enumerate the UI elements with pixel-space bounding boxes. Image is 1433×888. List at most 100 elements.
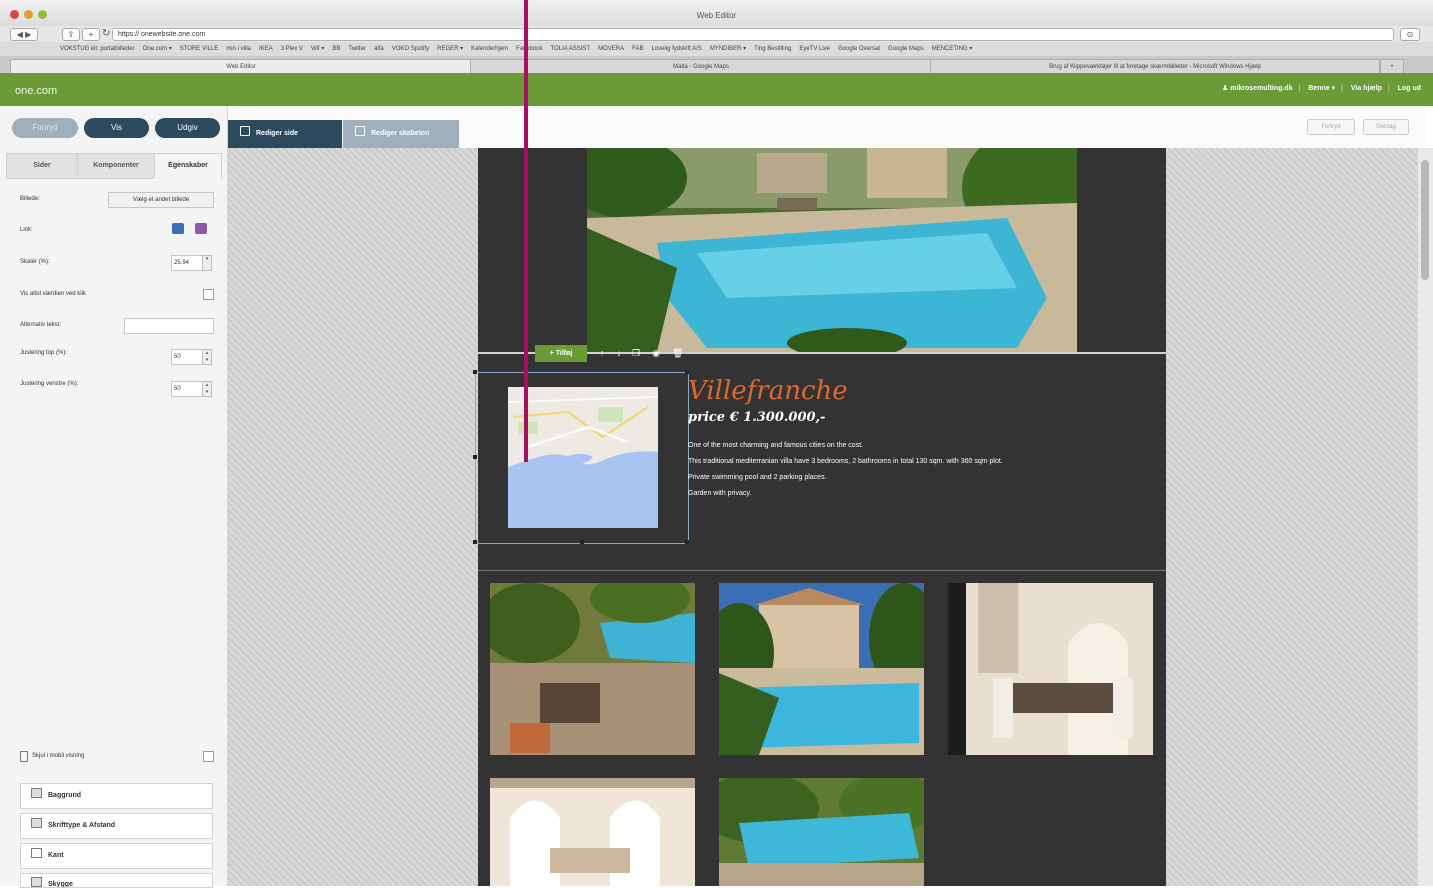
remove-link-icon[interactable] [195,223,207,234]
tab-edit-page[interactable]: Rediger side [228,120,342,148]
align-top-label: Justering top (%): [20,350,68,356]
scrollbar-thumb[interactable] [1421,160,1429,280]
bookmark-item[interactable]: BB [332,46,340,52]
bookmark-item[interactable]: alfa [374,46,384,52]
bookmark-item[interactable]: REGER ▾ [437,46,463,52]
section-label: Skrifttype & Afstand [48,822,116,829]
browser-tab[interactable]: Malta - Google Maps [470,59,932,74]
tab-pages[interactable]: Sider [6,153,78,179]
logout-link[interactable]: Log ud [1398,85,1421,92]
bookmark-item[interactable]: IKEA [259,46,273,52]
tab-properties[interactable]: Egenskaber [154,153,222,179]
section-background[interactable]: Baggrund [20,783,213,809]
bookmark-item[interactable]: VOKSTUG kit: portalbilleder [60,46,135,52]
copy-icon[interactable]: ❐ [631,347,641,359]
gallery-image-pool-garden[interactable] [719,778,924,886]
choose-image-button[interactable]: Vælg et andet billede [108,192,214,208]
resize-handle[interactable] [580,540,584,544]
bookmark-item[interactable]: One.com ▾ [143,46,172,52]
background-icon [31,788,42,798]
browser-tabs: Web Editor Malta - Google Maps Brug af K… [0,56,1433,74]
show-on-click-label: Vis altid værdien ved klik [20,291,86,297]
align-left-input[interactable]: 50 [171,381,203,397]
section-font-spacing[interactable]: Skrifttype & Afstand [20,813,213,839]
address-bar[interactable]: https:// onewebsite.one.com [112,28,1394,41]
canvas-undo-button[interactable]: Fortryd [1307,119,1355,135]
comment-icon[interactable]: ◉ [651,347,661,359]
description-line[interactable]: One of the most charming and famous citi… [688,442,863,449]
add-label: Tilføj [555,350,573,357]
move-down-icon[interactable]: ↓ [614,347,624,359]
hide-on-mobile-checkbox[interactable] [203,751,214,762]
gallery-image-dining[interactable] [948,583,1153,755]
bookmark-item[interactable]: Twitter [348,46,366,52]
section-label: Kant [48,852,64,859]
account-link[interactable]: mikrosemulting.dk [1230,85,1292,92]
delete-icon[interactable]: 🗑 [672,347,683,359]
canvas-redo-button[interactable]: Gentag [1363,119,1409,135]
browser-tab[interactable]: Web Editor [10,59,472,74]
bookmark-item[interactable]: STORE VILLE [180,46,219,52]
bookmark-item[interactable]: Kalenderhjem [471,46,508,52]
browser-tab[interactable]: Brug af Klippeværktøjer til at foretage … [930,59,1380,74]
bookmark-item[interactable]: min i villa [226,46,251,52]
section-border[interactable]: Kant [20,843,213,869]
link-icon[interactable] [172,223,184,234]
help-link[interactable]: Via hjælp [1351,85,1382,92]
back-forward-buttons[interactable]: ◀ ▶ [10,28,38,41]
align-left-stepper[interactable]: ▴ ▾ [202,381,212,397]
bookmark-item[interactable]: VOKO Spotify [392,46,429,52]
bookmark-item[interactable]: Wif ▾ [311,46,324,52]
hero-pool-image[interactable] [587,148,1077,352]
resize-handle[interactable] [685,540,689,544]
resize-handle[interactable] [473,540,477,544]
publish-button[interactable]: Udgiv [155,118,220,138]
logo: one.com [15,85,58,97]
section-label: Skygge [48,881,73,888]
bookmark-item[interactable]: Google Maps [888,46,924,52]
resize-handle[interactable] [473,455,477,459]
bookmark-item[interactable]: Google Oversat [838,46,880,52]
undo-button[interactable]: Fortryd [12,118,78,138]
bookmark-item[interactable]: FAB [632,46,643,52]
bookmark-item[interactable]: MENCETING ▾ [932,46,973,52]
bookmark-item[interactable]: Facebook [516,46,542,52]
new-tab-button[interactable]: + [1380,59,1404,74]
description-line[interactable]: This traditional mediterranian villa hav… [688,458,1003,465]
share-icon[interactable]: ⇪ [62,28,80,41]
map-image[interactable] [508,387,658,528]
tab-edit-template[interactable]: Rediger skabelon [343,120,459,148]
description-line[interactable]: Garden with privacy. [688,490,751,497]
move-up-icon[interactable]: ↑ [597,347,607,359]
listing-title[interactable]: Villefranche [688,376,848,406]
alt-text-input[interactable] [124,318,214,334]
resize-handle[interactable] [473,370,477,374]
scale-input[interactable]: 25.94 [171,255,203,271]
bookmark-item[interactable]: TOLIA ASSIST [551,46,591,52]
gallery-image-villa[interactable] [719,583,924,755]
show-on-click-checkbox[interactable] [203,289,214,300]
view-button[interactable]: Vis [84,118,149,138]
tab-components[interactable]: Komponenter [77,153,155,179]
bookmark-item[interactable]: EyeTV Live [799,46,830,52]
reader-icon[interactable]: ⊙ [1400,28,1420,41]
resize-handle[interactable] [685,370,689,374]
reload-icon[interactable]: ↻ [102,28,110,40]
add-component-button[interactable]: + Tilføj [535,345,587,362]
listing-price[interactable]: price € 1.300.000,- [688,410,825,425]
gallery-image-terrace[interactable] [490,583,695,755]
bookmark-item[interactable]: 3 Plex V [281,46,303,52]
align-left-label: Justering venstre (%): [20,381,79,387]
add-tab-icon[interactable]: + [82,28,100,41]
description-line[interactable]: Private swimming pool and 2 parking plac… [688,474,827,481]
gallery-image-living[interactable] [490,778,695,886]
align-top-stepper[interactable]: ▴ ▾ [202,349,212,365]
scale-dropdown-icon[interactable]: ▾ [202,255,212,271]
bookmark-item[interactable]: Ting Bestilling [754,46,791,52]
menu-link[interactable]: Benne ▾ [1308,85,1335,92]
bookmark-item[interactable]: Lovelig fydskift A/S [651,46,701,52]
align-top-input[interactable]: 50 [171,349,203,365]
bookmark-item[interactable]: MYNDIBER ▾ [710,46,746,52]
editor-tab-bar: Rediger side Rediger skabelon Fortryd Ge… [228,106,1425,149]
bookmark-item[interactable]: MOVERA [598,46,624,52]
